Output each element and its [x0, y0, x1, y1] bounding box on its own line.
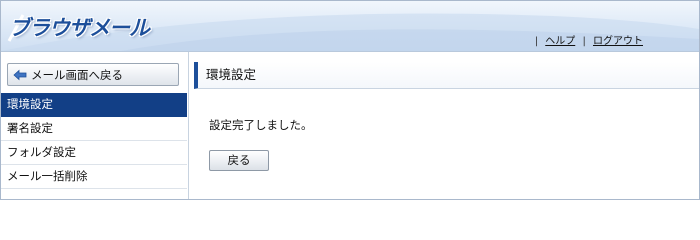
sidebar: メール画面へ戻る 環境設定 署名設定 フォルダ設定 メール一括削除 [1, 52, 189, 199]
back-to-mail-label: メール画面へ戻る [31, 67, 123, 82]
sidebar-item-signature-settings[interactable]: 署名設定 [1, 117, 187, 141]
app-window: ブラウザメール | ヘルプ | ログアウト メール画面へ戻る 環境設定 署名設定… [0, 0, 700, 200]
help-link[interactable]: ヘルプ [545, 36, 575, 47]
header-bar: ブラウザメール | ヘルプ | ログアウト [1, 1, 699, 52]
link-separator: | [582, 36, 586, 47]
link-separator: | [534, 36, 539, 47]
main-content: 環境設定 設定完了しました。 戻る [189, 52, 699, 199]
page-title: 環境設定 [194, 62, 699, 89]
header-links: | ヘルプ | ログアウト [531, 32, 643, 47]
logout-link[interactable]: ログアウト [593, 36, 643, 47]
sidebar-item-folder-settings[interactable]: フォルダ設定 [1, 141, 187, 165]
sidebar-item-environment-settings[interactable]: 環境設定 [1, 93, 187, 117]
status-message: 設定完了しました。 [209, 118, 313, 132]
app-logo: ブラウザメール [9, 16, 150, 40]
sidebar-item-bulk-delete[interactable]: メール一括削除 [1, 165, 187, 189]
arrow-left-icon [13, 69, 27, 80]
back-to-mail-button[interactable]: メール画面へ戻る [7, 63, 179, 86]
return-button[interactable]: 戻る [209, 150, 269, 171]
settings-menu: 環境設定 署名設定 フォルダ設定 メール一括削除 [1, 93, 187, 189]
